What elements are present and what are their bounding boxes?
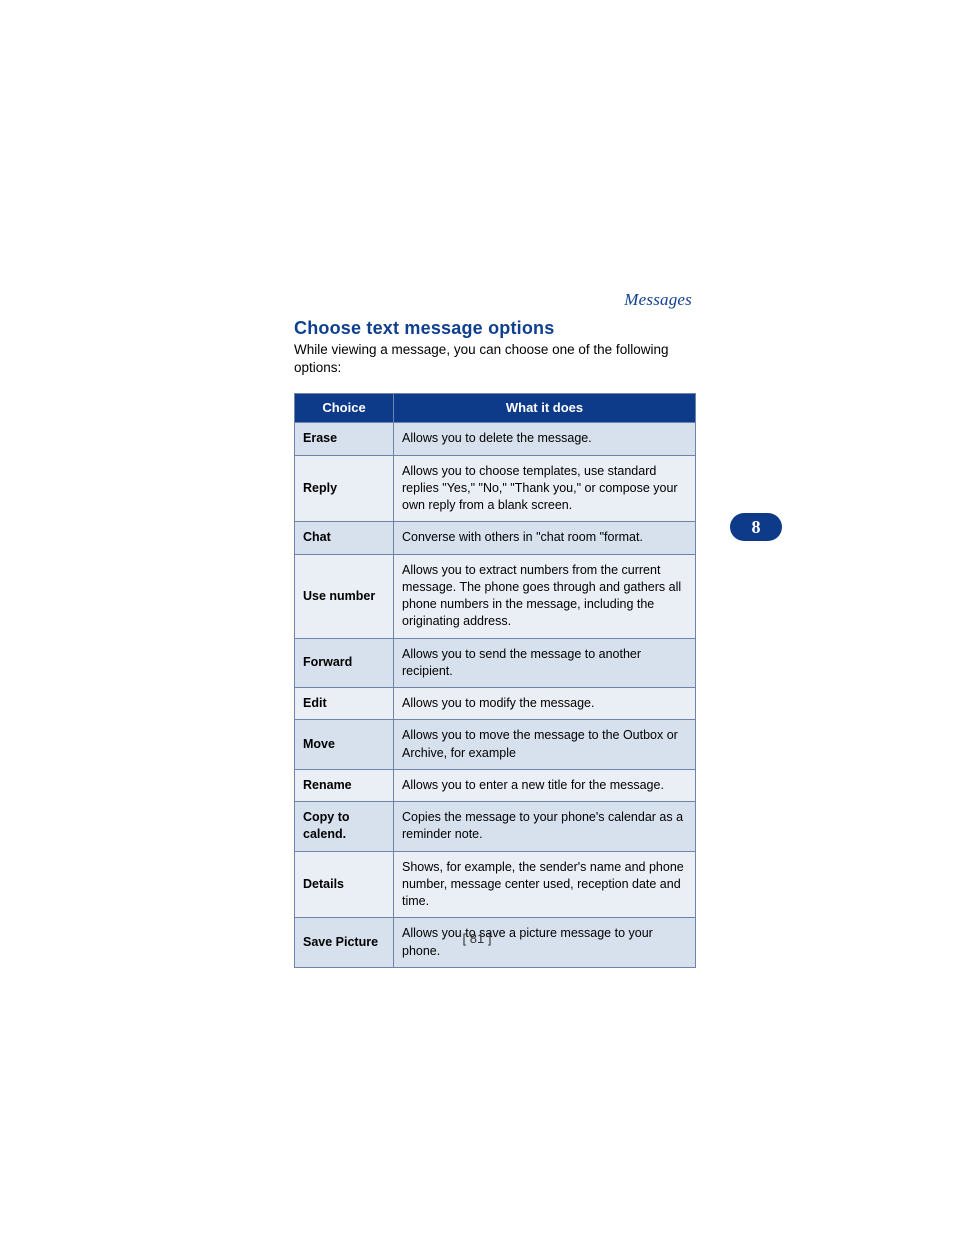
table-row: Details Shows, for example, the sender's… — [295, 851, 696, 918]
page-number: [ 81 ] — [0, 931, 954, 946]
desc-cell: Allows you to modify the message. — [394, 688, 696, 720]
desc-cell: Allows you to enter a new title for the … — [394, 769, 696, 801]
desc-cell: Allows you to choose templates, use stan… — [394, 455, 696, 522]
table-row: Edit Allows you to modify the message. — [295, 688, 696, 720]
choice-cell: Chat — [295, 522, 394, 554]
page: Messages Choose text message options Whi… — [0, 0, 954, 1235]
choice-cell: Use number — [295, 554, 394, 638]
choice-cell: Rename — [295, 769, 394, 801]
table-row: Chat Converse with others in "chat room … — [295, 522, 696, 554]
table-row: Reply Allows you to choose templates, us… — [295, 455, 696, 522]
choice-cell: Erase — [295, 423, 394, 455]
table-row: Use number Allows you to extract numbers… — [295, 554, 696, 638]
chapter-thumb-tab: 8 — [730, 513, 782, 541]
table-row: Erase Allows you to delete the message. — [295, 423, 696, 455]
table-row: Copy to calend. Copies the message to yo… — [295, 802, 696, 852]
desc-cell: Allows you to extract numbers from the c… — [394, 554, 696, 638]
choice-cell: Move — [295, 720, 394, 770]
desc-cell: Allows you to move the message to the Ou… — [394, 720, 696, 770]
choice-cell: Copy to calend. — [295, 802, 394, 852]
col-header-desc: What it does — [394, 394, 696, 423]
table-header-row: Choice What it does — [295, 394, 696, 423]
choice-cell: Forward — [295, 638, 394, 688]
table-row: Move Allows you to move the message to t… — [295, 720, 696, 770]
choice-cell: Edit — [295, 688, 394, 720]
col-header-choice: Choice — [295, 394, 394, 423]
section-title: Choose text message options — [294, 318, 696, 339]
desc-cell: Converse with others in "chat room "form… — [394, 522, 696, 554]
desc-cell: Allows you to delete the message. — [394, 423, 696, 455]
desc-cell: Copies the message to your phone's calen… — [394, 802, 696, 852]
running-head: Messages — [624, 290, 692, 310]
desc-cell: Shows, for example, the sender's name an… — [394, 851, 696, 918]
choice-cell: Details — [295, 851, 394, 918]
table-row: Forward Allows you to send the message t… — [295, 638, 696, 688]
content-block: Choose text message options While viewin… — [294, 318, 696, 968]
choice-cell: Reply — [295, 455, 394, 522]
desc-cell: Allows you to send the message to anothe… — [394, 638, 696, 688]
intro-paragraph: While viewing a message, you can choose … — [294, 341, 696, 377]
options-table: Choice What it does Erase Allows you to … — [294, 393, 696, 968]
table-row: Rename Allows you to enter a new title f… — [295, 769, 696, 801]
